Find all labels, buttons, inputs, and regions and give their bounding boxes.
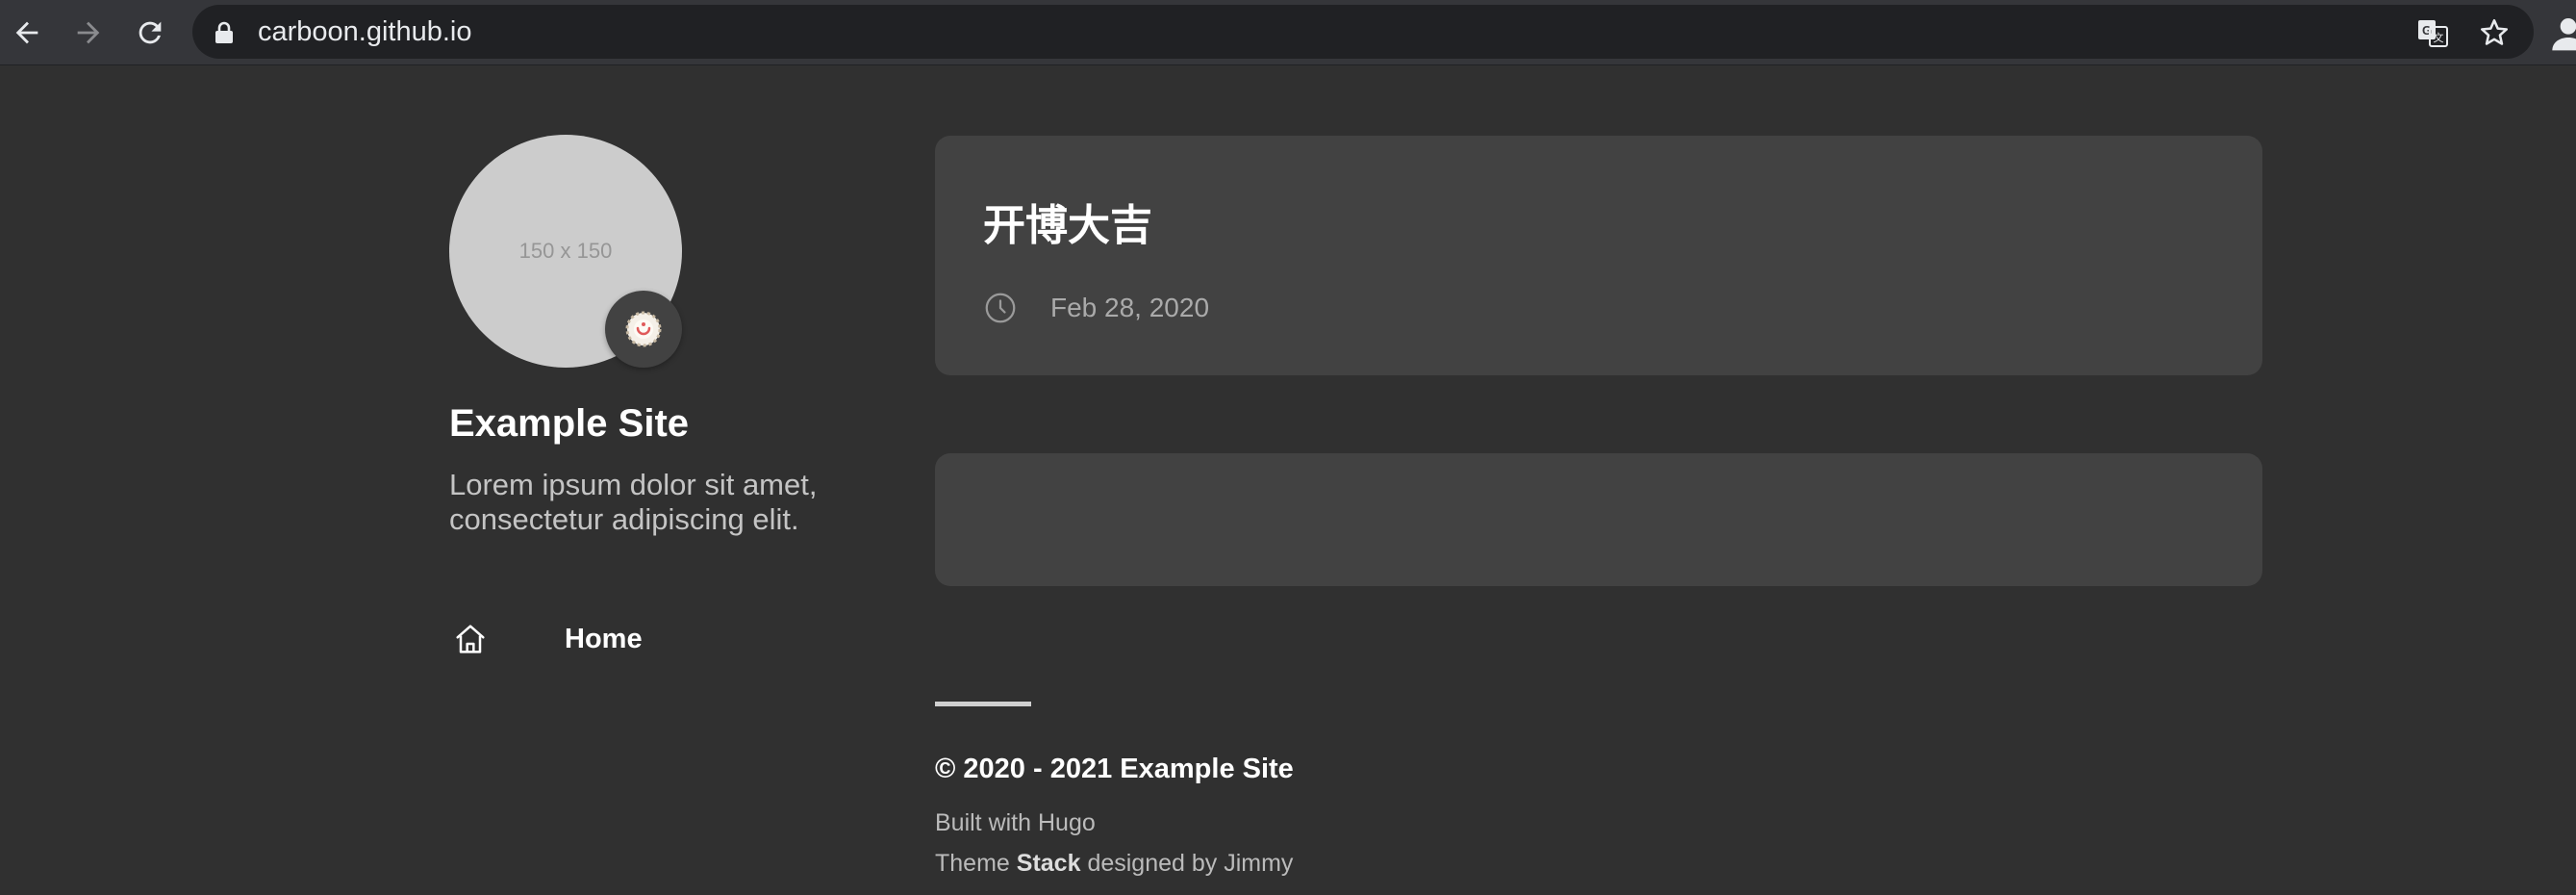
footer-built-with: Built with Hugo: [935, 809, 1096, 836]
post-card[interactable]: 开博大吉 Feb 28, 2020: [935, 136, 2262, 375]
theme-suffix: designed by Jimmy: [1087, 850, 1294, 877]
browser-toolbar: carboon.github.io G 文: [0, 0, 2576, 65]
menu-item-home[interactable]: Home: [449, 616, 699, 662]
post-title[interactable]: 开博大吉: [983, 201, 1152, 251]
back-icon: [15, 21, 38, 44]
reload-button[interactable]: [127, 10, 173, 56]
profile-icon[interactable]: [2549, 13, 2576, 52]
back-button[interactable]: [4, 10, 50, 56]
reload-icon: [139, 21, 162, 44]
post-date: Feb 28, 2020: [1050, 293, 1210, 322]
site-name[interactable]: Example Site: [449, 402, 689, 446]
address-bar[interactable]: carboon.github.io G 文: [192, 5, 2534, 59]
forward-button[interactable]: [65, 10, 112, 56]
lock-icon: [215, 21, 233, 43]
footer-divider: [935, 702, 1031, 706]
avatar-placeholder-text: 150 x 150: [518, 239, 613, 263]
menu-item-label: Home: [565, 624, 643, 654]
clock-icon: [985, 293, 1016, 323]
empty-card: [935, 453, 2262, 586]
home-icon: [456, 625, 485, 653]
url-text: carboon.github.io: [258, 16, 472, 47]
site-avatar[interactable]: 150 x 150: [449, 135, 682, 368]
footer-copyright: © 2020 - 2021 Example Site: [935, 754, 1294, 784]
theme-prefix: Theme: [935, 850, 1010, 877]
cake-emoji-icon: [625, 311, 662, 347]
site-description: Lorem ipsum dolor sit amet, consectetur …: [449, 468, 818, 536]
forward-icon: [77, 21, 100, 44]
emoji-badge: [605, 291, 682, 368]
translate-icon[interactable]: G 文: [2416, 16, 2449, 49]
theme-name-link[interactable]: Stack: [1017, 850, 1081, 877]
footer-theme-credit: Theme Stack designed by Jimmy: [935, 850, 1293, 878]
svg-text:文: 文: [2434, 31, 2444, 44]
star-icon[interactable]: [2478, 16, 2511, 49]
